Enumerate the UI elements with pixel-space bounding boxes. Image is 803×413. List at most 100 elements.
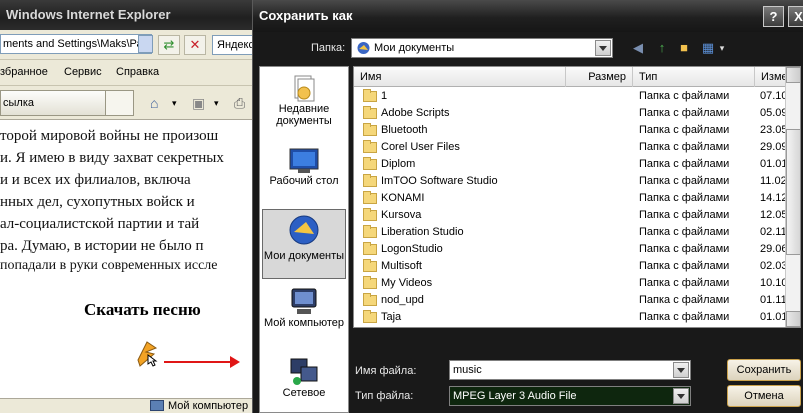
- file-modified: 29.09: [760, 141, 788, 153]
- place-network[interactable]: Сетевое: [262, 357, 346, 399]
- folder-label: Папка:: [311, 42, 346, 54]
- network-icon: [290, 358, 318, 385]
- place-label: Мой компьютер: [263, 317, 345, 329]
- folder-icon: [363, 310, 377, 323]
- menu-favorites[interactable]: збранное: [0, 66, 48, 78]
- article-line: и и всех их филиалов, включа: [0, 172, 191, 188]
- ie-search-field[interactable]: Яндекс: [212, 35, 252, 55]
- home-dropdown-icon[interactable]: ▾: [172, 98, 177, 109]
- ie-address-field[interactable]: ments and Settings\Maks\Ра: [0, 34, 152, 54]
- refresh-icon[interactable]: ⇄: [158, 35, 180, 55]
- file-type: Папка с файлами: [639, 175, 730, 187]
- scroll-up-button[interactable]: [786, 67, 800, 83]
- up-folder-icon[interactable]: ↑: [653, 40, 671, 56]
- folder-icon: [363, 225, 377, 238]
- home-icon[interactable]: ⌂: [150, 95, 158, 111]
- file-modified: 01.01: [760, 311, 788, 323]
- article-line: и. Я имею в виду захват секретных: [0, 150, 224, 166]
- scroll-thumb[interactable]: [786, 129, 800, 255]
- feeds-dropdown-icon[interactable]: ▾: [214, 98, 219, 109]
- help-button[interactable]: ?: [763, 6, 784, 27]
- file-type: Папка с файлами: [639, 277, 730, 289]
- stop-icon[interactable]: ✕: [184, 35, 206, 55]
- place-desktop[interactable]: Рабочий стол: [262, 147, 346, 187]
- file-modified: 11.02: [760, 175, 787, 187]
- file-row[interactable]: LogonStudio Папка с файлами 29.06: [354, 241, 788, 258]
- column-name[interactable]: Имя: [354, 67, 566, 87]
- file-row[interactable]: Adobe Scripts Папка с файлами 05.09: [354, 105, 788, 122]
- file-name: LogonStudio: [381, 243, 443, 255]
- cancel-button[interactable]: Отмена: [727, 385, 801, 407]
- column-size[interactable]: Размер: [566, 67, 633, 87]
- ie-address-dropdown-icon[interactable]: [138, 35, 153, 53]
- file-row[interactable]: KONAMI Папка с файлами 14.12: [354, 190, 788, 207]
- file-type: Папка с файлами: [639, 311, 730, 323]
- column-type[interactable]: Тип: [633, 67, 755, 87]
- file-type: Папка с файлами: [639, 158, 730, 170]
- feeds-icon[interactable]: ▣: [192, 95, 205, 112]
- chevron-down-icon[interactable]: [673, 388, 689, 404]
- filetype-select[interactable]: MPEG Layer 3 Audio File: [449, 386, 691, 406]
- file-modified: 10.10: [760, 277, 788, 289]
- desktop-icon: [289, 148, 319, 173]
- close-button[interactable]: X: [788, 6, 803, 27]
- file-row[interactable]: nod_upd Папка с файлами 01.11: [354, 292, 787, 309]
- scroll-down-button[interactable]: [786, 311, 800, 327]
- chevron-down-icon[interactable]: [673, 362, 689, 378]
- ie-status-bar: Мой компьютер: [0, 398, 252, 413]
- download-song-heading: Скачать песню: [84, 300, 201, 319]
- folder-icon: [363, 208, 377, 221]
- folder-select[interactable]: Мои документы: [351, 38, 613, 58]
- ie-page-content: торой мировой войны не произош и. Я имею…: [0, 120, 252, 398]
- filetype-label: Тип файла:: [355, 390, 414, 402]
- file-row[interactable]: My Videos Папка с файлами 10.10: [354, 275, 788, 292]
- file-name: 1: [381, 90, 388, 102]
- menu-tools[interactable]: Сервис: [64, 66, 102, 78]
- file-name: Liberation Studio: [381, 226, 464, 238]
- folder-icon: [363, 259, 377, 272]
- new-tab-button[interactable]: [105, 90, 134, 116]
- file-modified: 29.06: [760, 243, 788, 255]
- file-row[interactable]: ImTOO Software Studio Папка с файлами 11.0…: [354, 173, 787, 190]
- menu-help[interactable]: Справка: [116, 66, 159, 78]
- filename-value: music: [453, 364, 482, 376]
- ie-menu-bar: збранное Сервис Справка: [0, 60, 252, 86]
- file-modified: 12.05: [760, 209, 788, 221]
- ie-window: Windows Internet Explorer ments and Sett…: [0, 0, 252, 413]
- file-row[interactable]: Corel User Files Папка с файлами 29.09: [354, 139, 788, 156]
- file-row[interactable]: Multisoft Папка с файлами 02.03: [354, 258, 788, 275]
- print-icon[interactable]: ⎙: [234, 95, 245, 112]
- file-type: Папка с файлами: [639, 243, 730, 255]
- vertical-scrollbar[interactable]: [785, 67, 800, 327]
- folder-icon: [363, 242, 377, 255]
- my-documents-icon: [289, 215, 319, 245]
- file-modified: 01.01: [760, 158, 788, 170]
- save-button[interactable]: Сохранить: [727, 359, 801, 381]
- places-bar: Недавние документы Рабочий стол Мои доку…: [259, 66, 349, 413]
- file-row[interactable]: 1 Папка с файлами 07.10: [354, 88, 788, 105]
- filename-input[interactable]: music: [449, 360, 691, 380]
- winamp-icon[interactable]: [132, 338, 162, 368]
- file-row[interactable]: Taja Папка с файлами 01.01: [354, 309, 788, 326]
- new-folder-icon[interactable]: ■: [675, 40, 693, 56]
- place-my-computer[interactable]: Мой компьютер: [262, 287, 346, 329]
- file-name: ImTOO Software Studio: [381, 175, 498, 187]
- folder-icon: [363, 106, 377, 119]
- folder-icon: [363, 293, 377, 306]
- filename-label: Имя файла:: [355, 365, 417, 377]
- back-icon[interactable]: ◀: [629, 40, 647, 56]
- place-my-documents[interactable]: Мои документы: [262, 209, 346, 279]
- article-line: нных дел, сухопутных войск и: [0, 194, 195, 210]
- view-dropdown-icon[interactable]: ▾: [713, 40, 731, 56]
- place-label: Рабочий стол: [269, 175, 339, 187]
- file-modified: 05.09: [760, 107, 788, 119]
- dialog-title-bar[interactable]: Сохранить как: [253, 0, 803, 32]
- file-row[interactable]: Kursova Папка с файлами 12.05: [354, 207, 788, 224]
- file-row[interactable]: Diplom Папка с файлами 01.01: [354, 156, 788, 173]
- place-recent-documents[interactable]: Недавние документы: [262, 73, 346, 127]
- chevron-down-icon[interactable]: [595, 40, 611, 56]
- file-row[interactable]: Bluetooth Папка с файлами 23.05: [354, 122, 788, 139]
- file-type: Папка с файлами: [639, 209, 730, 221]
- red-arrow-annotation: [164, 356, 240, 368]
- file-row[interactable]: Liberation Studio Папка с файлами 02.11: [354, 224, 787, 241]
